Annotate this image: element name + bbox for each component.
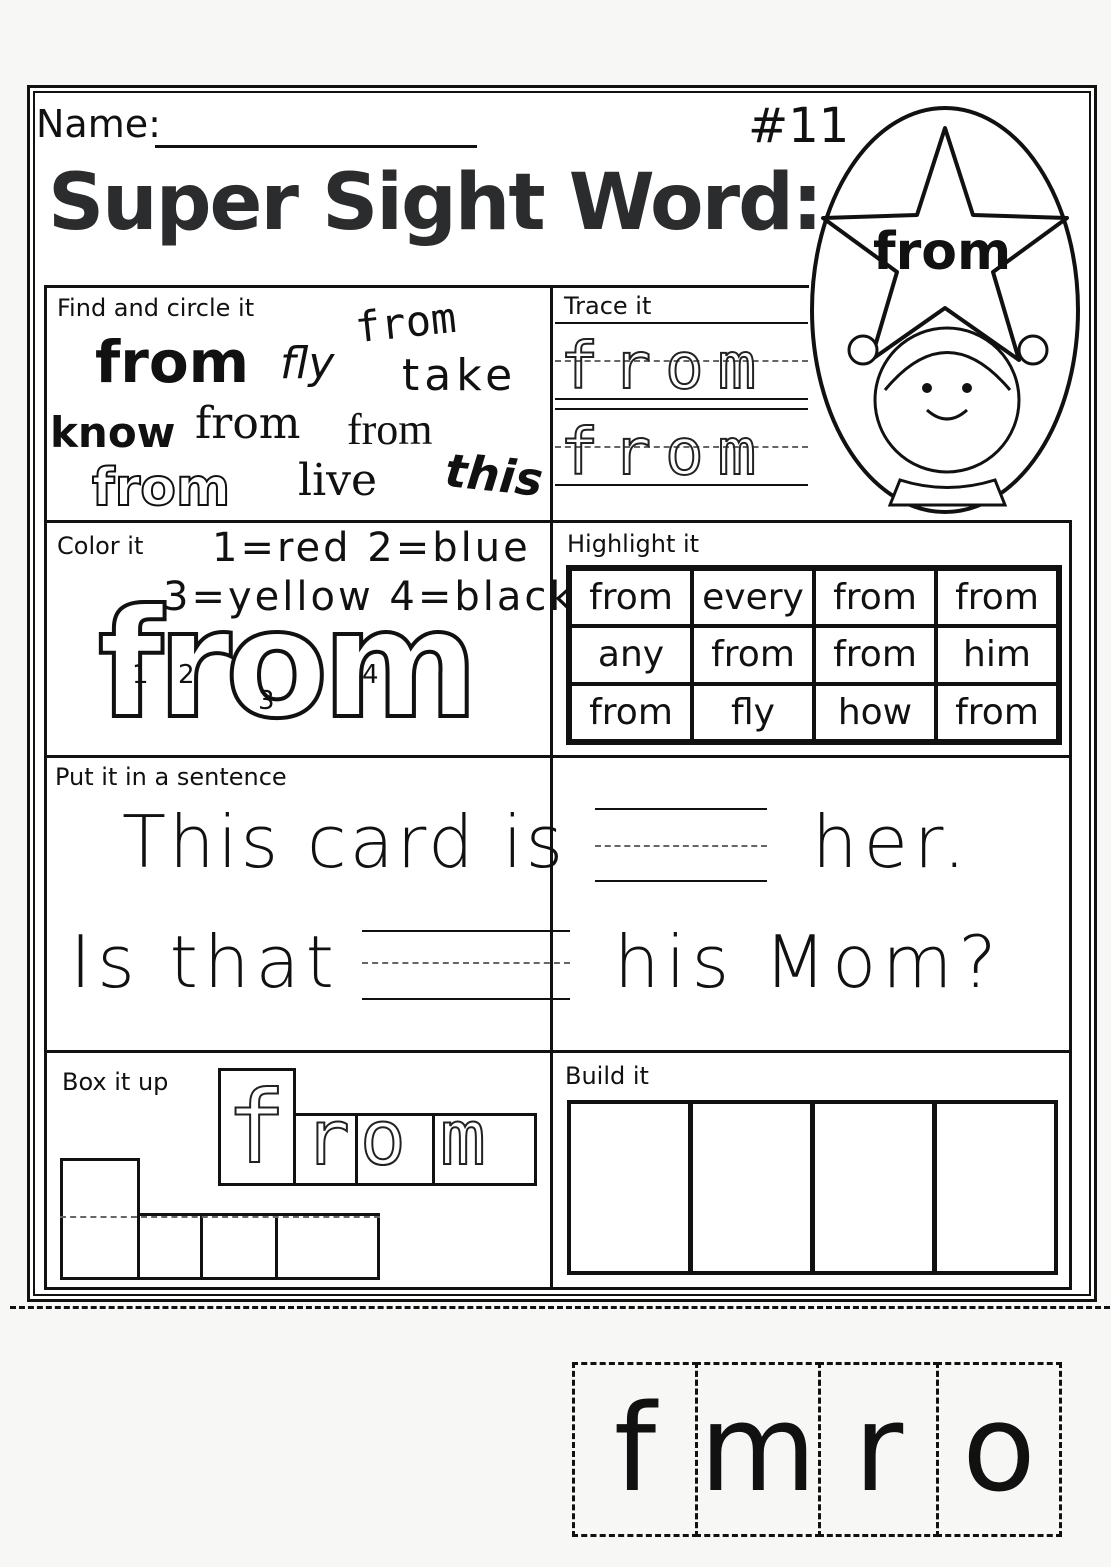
star-word: from xyxy=(873,222,1012,282)
find-word[interactable]: this xyxy=(442,443,545,507)
highlight-cell[interactable]: from xyxy=(936,683,1058,741)
blank-mid-line xyxy=(595,845,767,847)
trace-word[interactable]: from xyxy=(559,420,770,486)
boxit-answer-short[interactable] xyxy=(137,1213,380,1280)
highlight-cell[interactable]: him xyxy=(936,626,1058,684)
find-word[interactable]: from xyxy=(91,457,231,519)
divider xyxy=(275,1213,278,1280)
find-word[interactable]: live xyxy=(298,455,377,506)
build-slot[interactable] xyxy=(689,1100,814,1275)
highlight-cell[interactable]: from xyxy=(570,683,692,741)
divider xyxy=(550,285,553,1290)
boxit-mid-line xyxy=(60,1216,380,1218)
blank-mid-line xyxy=(362,962,570,964)
color-number: 4 xyxy=(362,660,379,690)
highlight-cell[interactable]: from xyxy=(814,626,936,684)
highlight-cell[interactable]: from xyxy=(692,626,814,684)
divider xyxy=(44,285,809,288)
sentence-2-blank[interactable] xyxy=(362,998,570,1000)
page-title: Super Sight Word: xyxy=(48,158,823,248)
cut-line xyxy=(10,1306,1110,1309)
find-word[interactable]: from xyxy=(95,328,249,396)
build-slot[interactable] xyxy=(811,1100,936,1275)
find-word[interactable]: from xyxy=(195,398,301,449)
cutout-tile[interactable]: f xyxy=(572,1362,698,1537)
section-label-color: Color it xyxy=(57,532,144,560)
boxit-letter: o xyxy=(359,1093,420,1182)
find-word[interactable]: from xyxy=(347,404,433,455)
blank-top-line xyxy=(595,808,767,810)
cutout-tile[interactable]: r xyxy=(818,1362,939,1537)
section-label-trace: Trace it xyxy=(564,292,652,320)
section-label-boxit: Box it up xyxy=(62,1068,169,1096)
color-number: 1 xyxy=(132,660,149,690)
sentence-1-start: This card is xyxy=(122,800,567,884)
highlight-cell[interactable]: from xyxy=(814,569,936,627)
trace-guide-line xyxy=(555,322,808,324)
star-girl-illustration xyxy=(810,106,1080,514)
divider xyxy=(44,755,1072,758)
name-line[interactable] xyxy=(155,145,477,148)
cutout-tile[interactable]: m xyxy=(695,1362,821,1537)
section-label-sentence: Put it in a sentence xyxy=(55,763,287,791)
boxit-letter: f xyxy=(225,1069,289,1186)
find-word[interactable]: fly xyxy=(280,338,334,389)
sentence-1-end: her. xyxy=(812,800,972,884)
highlight-cell[interactable]: from xyxy=(570,569,692,627)
highlight-cell[interactable]: fly xyxy=(692,683,814,741)
cutout-tile[interactable]: o xyxy=(936,1362,1062,1537)
divider xyxy=(44,285,47,1290)
highlight-cell[interactable]: from xyxy=(936,569,1058,627)
section-label-highlight: Highlight it xyxy=(567,530,700,558)
divider xyxy=(200,1213,203,1280)
name-label: Name: xyxy=(36,102,161,146)
boxit-letter: m xyxy=(439,1093,500,1182)
boxit-answer-tall[interactable] xyxy=(60,1158,140,1280)
section-label-build: Build it xyxy=(565,1062,649,1090)
blank-top-line xyxy=(362,930,570,932)
highlight-grid: from every from from any from from him f… xyxy=(566,565,1062,745)
section-label-find: Find and circle it xyxy=(57,294,255,322)
trace-guide-line xyxy=(555,408,808,410)
color-word[interactable]: from xyxy=(96,588,481,742)
divider xyxy=(44,1050,1072,1053)
find-word[interactable]: know xyxy=(50,408,176,457)
color-number: 2 xyxy=(178,660,195,690)
build-slot[interactable] xyxy=(933,1100,1058,1275)
boxit-letter: r xyxy=(303,1093,364,1182)
build-slot[interactable] xyxy=(567,1100,692,1275)
divider xyxy=(1069,520,1072,1290)
highlight-cell[interactable]: how xyxy=(814,683,936,741)
divider xyxy=(44,520,1072,523)
divider xyxy=(432,1113,435,1186)
find-word[interactable]: take xyxy=(402,350,517,401)
sentence-2-start: Is that xyxy=(70,920,340,1004)
color-number: 3 xyxy=(258,686,275,716)
highlight-cell[interactable]: every xyxy=(692,569,814,627)
color-key-line1: 1=red 2=blue xyxy=(212,525,531,571)
trace-word[interactable]: from xyxy=(559,334,770,400)
divider xyxy=(44,1287,1072,1290)
highlight-cell[interactable]: any xyxy=(570,626,692,684)
sentence-1-blank[interactable] xyxy=(595,880,767,882)
sentence-2-end: his Mom? xyxy=(614,920,1003,1004)
